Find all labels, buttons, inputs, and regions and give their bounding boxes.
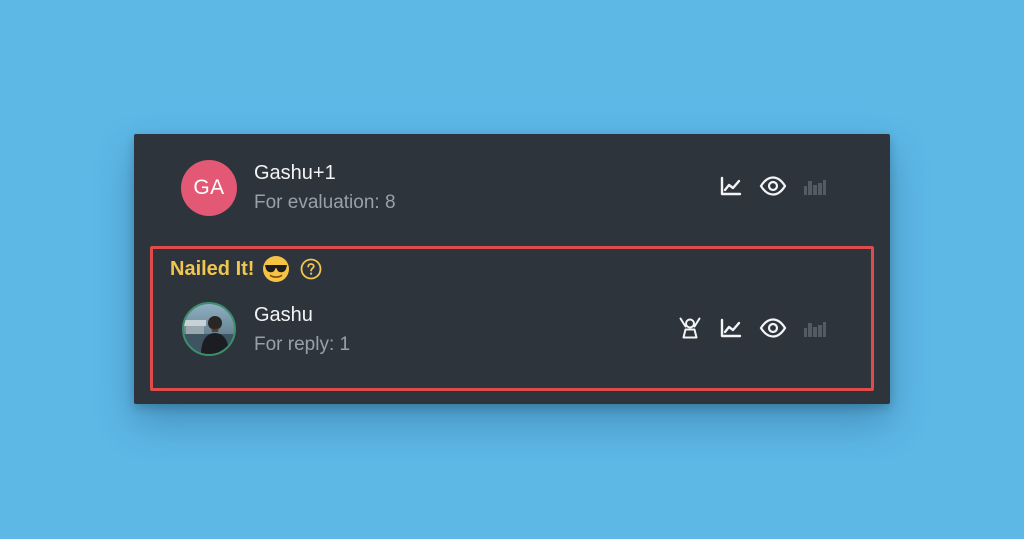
user-status: For reply: 1 bbox=[254, 334, 351, 355]
user-list-card: GA Gashu+1 For evaluation: 8 Nailed It! … bbox=[134, 134, 890, 404]
badge-header: Nailed It! bbox=[170, 256, 322, 282]
avatar-photo-image bbox=[184, 304, 234, 354]
trend-chart-icon[interactable] bbox=[718, 173, 744, 199]
bar-chart-icon[interactable] bbox=[802, 173, 828, 199]
eye-icon[interactable] bbox=[758, 173, 788, 199]
user-row-gashu[interactable]: Gashu For reply: 1 bbox=[134, 302, 890, 362]
sunglasses-emoji-icon bbox=[263, 256, 290, 282]
user-name: Gashu bbox=[254, 304, 313, 326]
user-name: Gashu+1 bbox=[254, 162, 336, 184]
user-status: For evaluation: 8 bbox=[254, 192, 396, 213]
trend-chart-icon[interactable] bbox=[718, 315, 744, 341]
eye-icon[interactable] bbox=[758, 315, 788, 341]
bar-chart-icon[interactable] bbox=[802, 315, 828, 341]
badge-title: Nailed It! bbox=[170, 257, 255, 280]
person-podium-icon[interactable] bbox=[677, 315, 703, 341]
avatar: GA bbox=[181, 160, 237, 216]
page-background: { "entries": [ { "avatar_initials": "GA"… bbox=[0, 0, 1024, 539]
row-actions bbox=[677, 315, 848, 341]
user-row-gashu-plus-1[interactable]: GA Gashu+1 For evaluation: 8 bbox=[134, 160, 890, 220]
avatar bbox=[182, 302, 236, 356]
question-circle-icon[interactable] bbox=[300, 258, 322, 280]
avatar-initials: GA bbox=[193, 176, 225, 199]
row-actions bbox=[718, 173, 848, 199]
